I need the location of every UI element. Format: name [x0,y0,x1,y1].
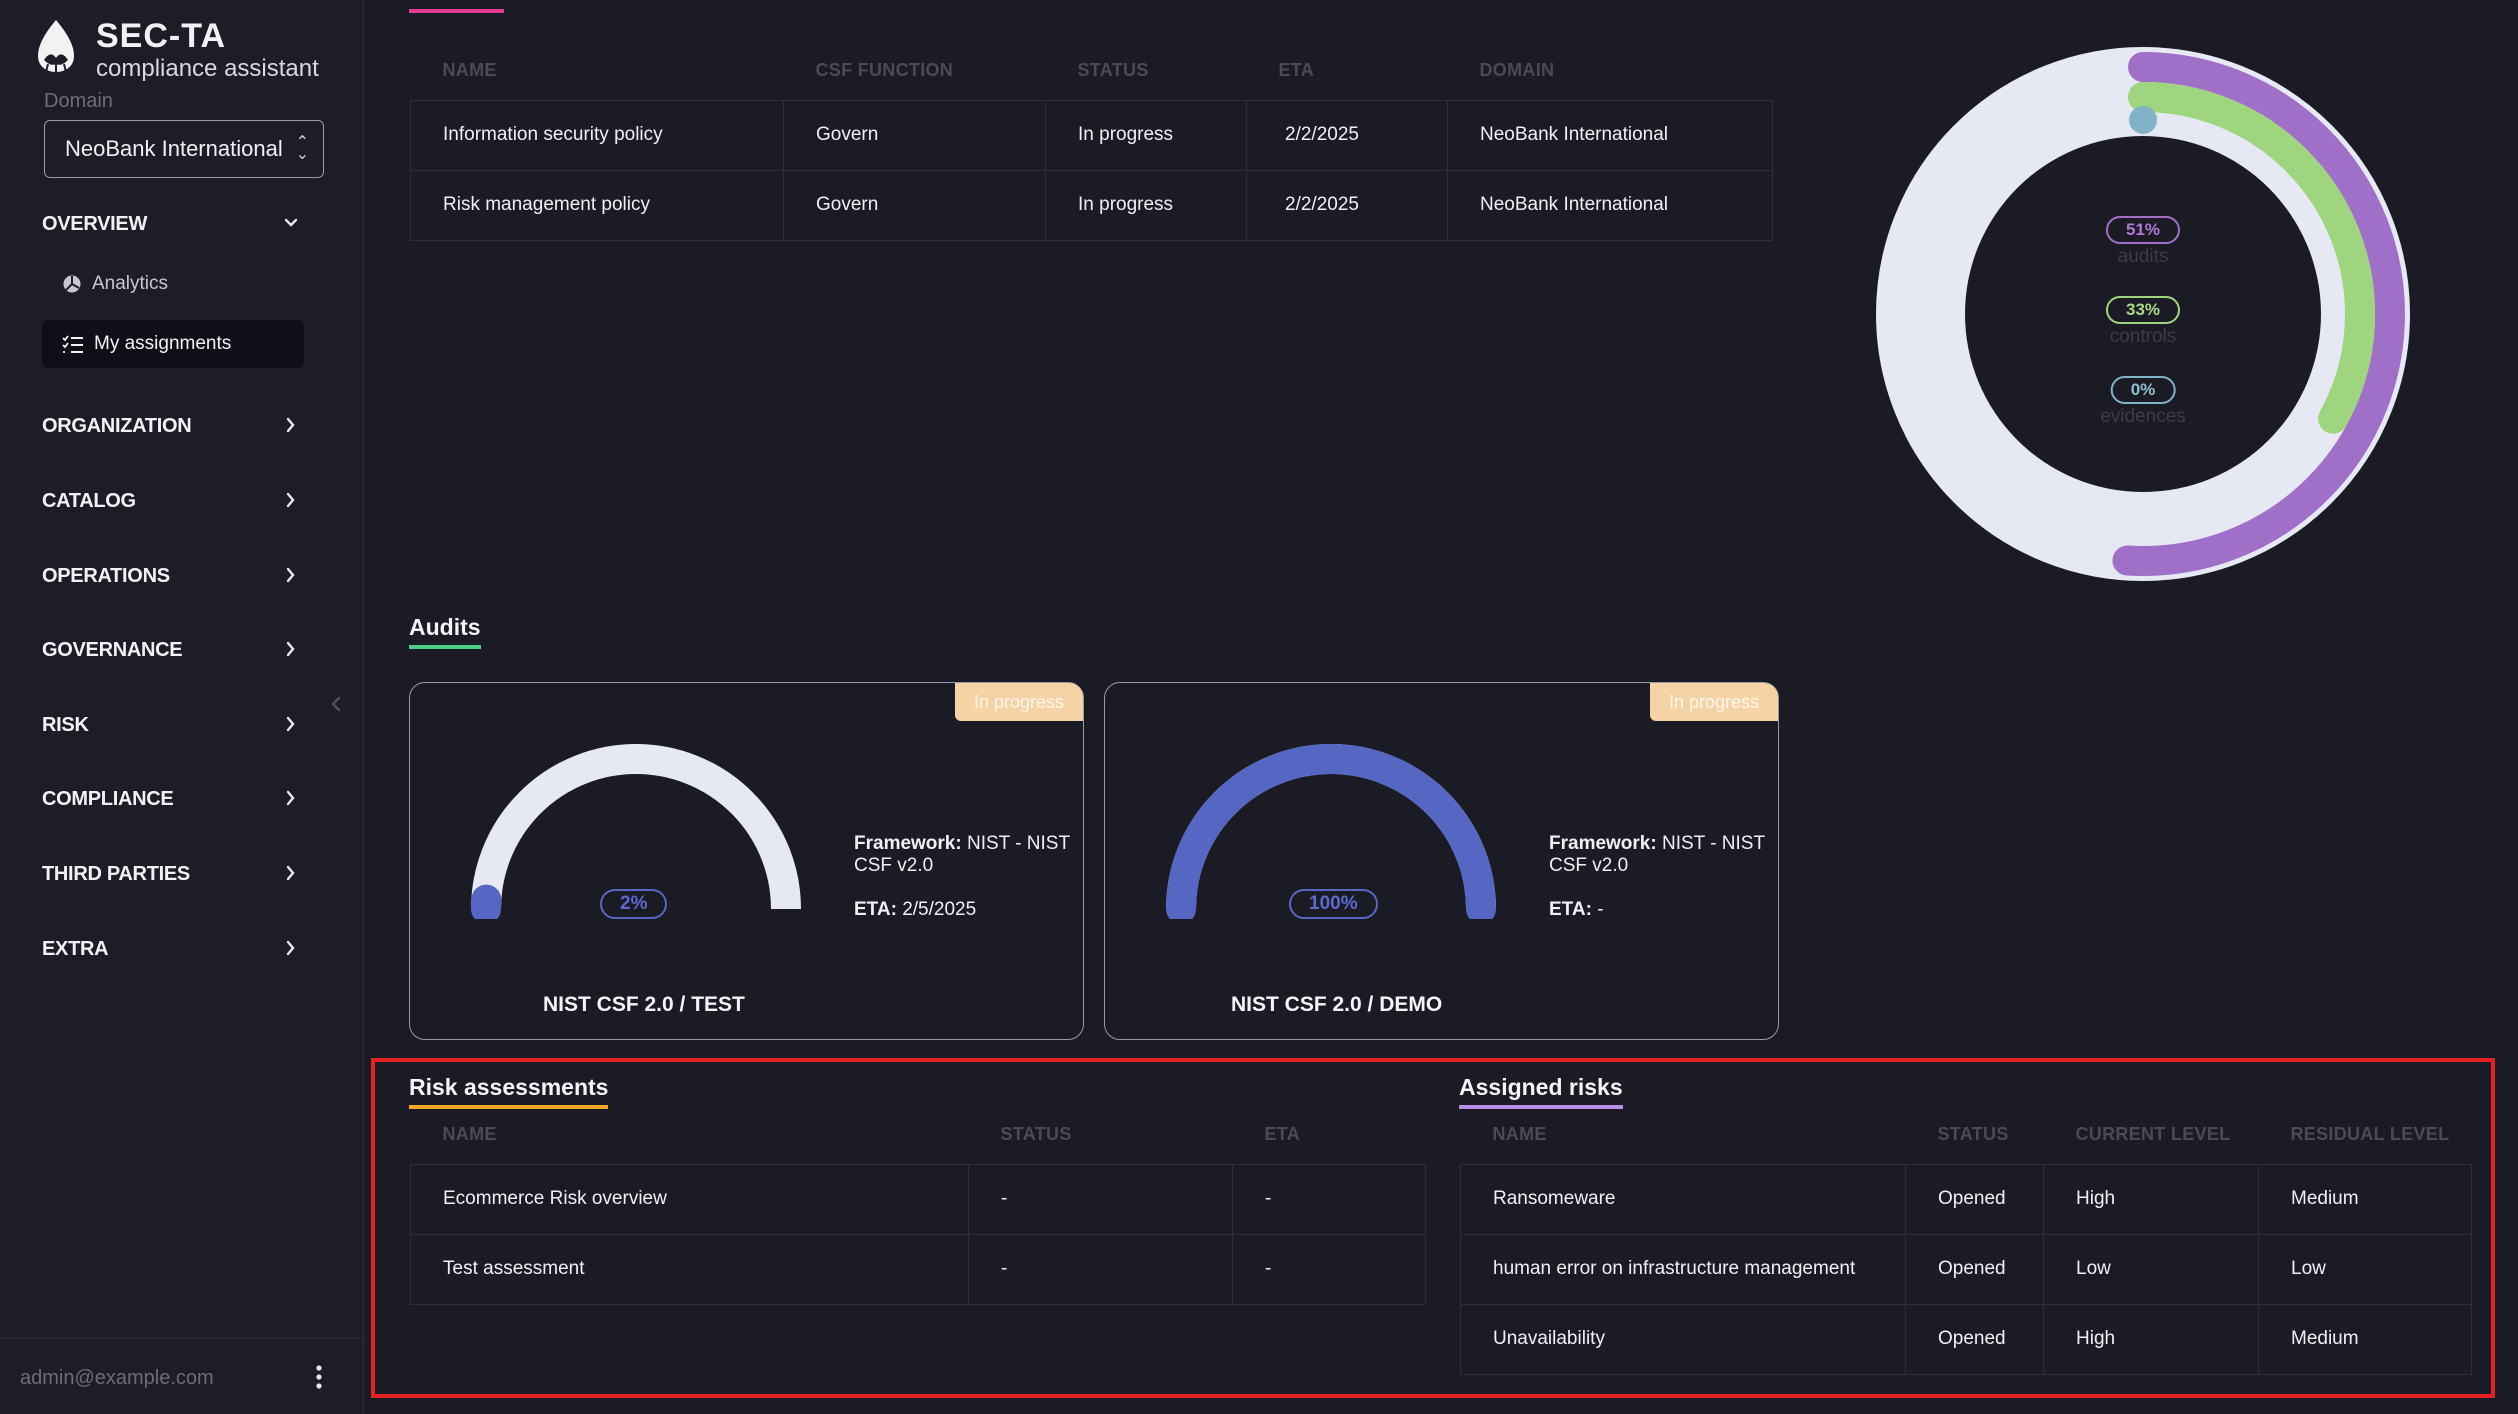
audit-percent: 100% [1289,889,1378,919]
nav-third-parties-label: THIRD PARTIES [42,862,190,885]
sidebar-footer: admin@example.com [0,1338,364,1414]
eta-label: ETA: [854,899,897,920]
column-header[interactable]: ETA [1247,42,1448,100]
audit-card[interactable]: In progress 2% Framework: NIST - NIST CS… [409,682,1084,1040]
nav-risk-label: RISK [42,713,89,736]
chevron-right-icon [286,417,295,433]
audit-percent: 2% [600,889,668,919]
nav-catalog[interactable]: CATALOG [42,481,312,521]
controls-caption: controls [2109,326,2177,347]
sidebar-item-my-assignments-label: My assignments [94,333,232,354]
framework-label: Framework: [1549,833,1657,854]
analytics-icon [63,275,81,293]
nav-compliance-label: COMPLIANCE [42,787,174,810]
control-domain: NeoBank International [1447,169,1773,241]
checklist-icon [62,335,83,353]
audits-caption: audits [2117,246,2169,267]
nav-third-parties[interactable]: THIRD PARTIES [42,854,312,894]
nav-extra[interactable]: EXTRA [42,929,312,969]
chevron-right-icon [286,567,295,583]
brand[interactable]: SEC-TA compliance assistant [34,18,319,84]
sidebar-item-analytics[interactable]: Analytics [42,260,304,308]
sidebar: SEC-TA compliance assistant Domain NeoBa… [0,0,364,1414]
control-status: In progress [1045,169,1247,241]
audit-framework: Framework: NIST - NIST CSF v2.0 [1549,833,1769,877]
nav-overview[interactable]: OVERVIEW [42,204,312,244]
nav-overview-label: OVERVIEW [42,212,148,235]
kebab-menu-icon[interactable] [314,1363,324,1391]
table-row[interactable]: Risk management policy Govern In progres… [410,169,1773,241]
nav-extra-label: EXTRA [42,937,109,960]
audits-percent: 51% [2105,216,2181,244]
chevron-down-icon [284,218,298,227]
chevron-right-icon [286,940,295,956]
controls-percent: 33% [2105,296,2181,324]
audit-name: NIST CSF 2.0 / DEMO [1231,993,1443,1016]
control-domain: NeoBank International [1447,99,1773,171]
audit-card[interactable]: In progress 100% Framework: NIST - NIST … [1104,682,1779,1040]
column-header[interactable]: DOMAIN [1448,42,1773,100]
eta-value: 2/5/2025 [902,899,977,920]
chevron-right-icon [286,790,295,806]
highlight-box [371,1058,2495,1398]
column-header[interactable]: CSF FUNCTION [784,42,1046,100]
nav-operations[interactable]: OPERATIONS [42,556,312,596]
evidences-caption: evidences [2100,406,2186,427]
audit-eta: ETA: 2/5/2025 [854,899,976,921]
brand-subtitle: compliance assistant [96,55,319,82]
control-csf-function: Govern [783,99,1046,171]
nav-catalog-label: CATALOG [42,489,136,512]
control-name: Risk management policy [410,169,784,241]
chevron-right-icon [286,716,295,732]
sidebar-item-my-assignments[interactable]: My assignments [42,320,304,368]
eta-label: ETA: [1549,899,1592,920]
chevron-right-icon [286,641,295,657]
control-csf-function: Govern [783,169,1046,241]
gauge-track [1166,744,1496,910]
audit-framework: Framework: NIST - NIST CSF v2.0 [854,833,1074,877]
column-header[interactable]: NAME [411,42,784,100]
evidences-ring [2129,106,2157,134]
nav-organization-label: ORGANIZATION [42,414,192,437]
progress-donut: 51% audits 33% controls 0% evidences [1875,46,2411,582]
domain-select[interactable]: NeoBank International ⌃ ⌄ [44,120,324,178]
nav-governance-label: GOVERNANCE [42,638,183,661]
domain-select-value: NeoBank International [65,136,283,161]
chevron-right-icon [286,865,295,881]
status-badge: In progress [955,683,1083,721]
nav-risk[interactable]: RISK [42,705,312,745]
domain-label: Domain [44,90,113,112]
audits-title: Audits [409,614,481,649]
collapse-sidebar-icon[interactable] [326,694,346,714]
nav-governance[interactable]: GOVERNANCE [42,630,312,670]
controls-table: NAME CSF FUNCTION STATUS ETA DOMAIN Info… [410,42,1773,241]
nav-compliance[interactable]: COMPLIANCE [42,779,312,819]
nav-organization[interactable]: ORGANIZATION [42,406,312,446]
control-eta: 2/2/2025 [1246,169,1448,241]
table-row[interactable]: Information security policy Govern In pr… [410,99,1773,171]
evidences-percent: 0% [2110,376,2176,404]
framework-label: Framework: [854,833,962,854]
eta-value: - [1597,899,1604,920]
status-badge: In progress [1650,683,1778,721]
brand-logo-icon [38,20,74,73]
updown-chevron-icon: ⌃ ⌄ [295,134,309,163]
sidebar-item-analytics-label: Analytics [92,273,169,294]
gauge-track [471,744,801,910]
user-email: admin@example.com [20,1367,214,1389]
controls-title: Controls [409,0,504,13]
control-name: Information security policy [410,99,784,171]
brand-name: SEC-TA [96,17,227,55]
audit-eta: ETA: - [1549,899,1604,921]
control-eta: 2/2/2025 [1246,99,1448,171]
chevron-right-icon [286,492,295,508]
control-status: In progress [1045,99,1247,171]
nav-operations-label: OPERATIONS [42,564,170,587]
column-header[interactable]: STATUS [1046,42,1247,100]
gauge-fill [1166,744,1496,919]
